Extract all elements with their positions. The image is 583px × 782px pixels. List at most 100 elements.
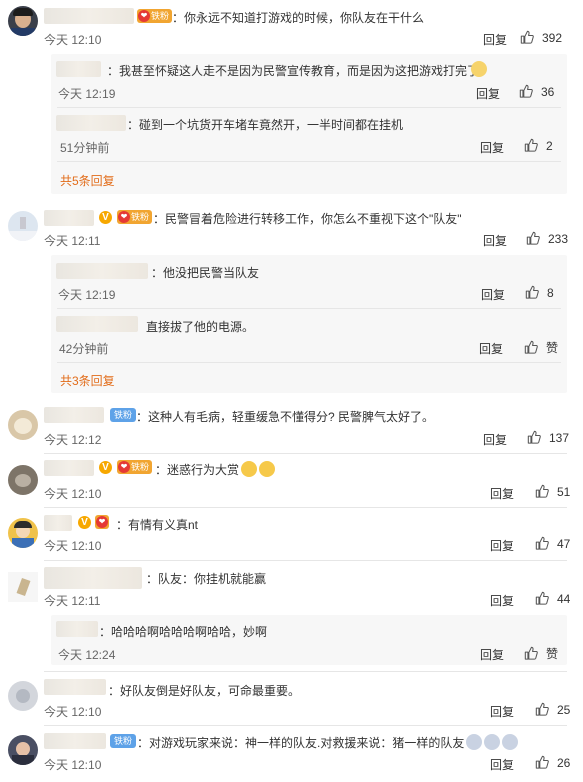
thumbs-up-icon <box>524 138 538 152</box>
reply-username[interactable] <box>56 316 138 332</box>
comment-item: V ❤ 铁粉 ：迷惑行为大赏 今天 12:10 回复 51 <box>0 455 583 507</box>
like-button[interactable]: 137 <box>527 430 569 445</box>
avatar[interactable] <box>8 681 38 711</box>
comment-item: V ❤ 铁粉 ：民警冒着危险进行转移工作，你怎么不重视下这个"队友" 今天 12:… <box>0 205 583 400</box>
fan-badge: ❤ <box>95 515 109 529</box>
comment-item: 铁粉 ：对游戏玩家来说：神一样的队友.对救援来说：猪一样的队友 今天 12:10… <box>0 727 583 782</box>
comment-text: ：好队友倒是好队友，可命最重要。 <box>108 684 301 698</box>
like-button[interactable]: 233 <box>526 231 568 246</box>
avatar[interactable] <box>8 465 38 495</box>
timestamp: 今天 12:10 <box>44 33 102 47</box>
like-button[interactable]: 36 <box>519 84 554 99</box>
reply-button[interactable]: 回复 <box>476 85 500 102</box>
thumbs-up-icon <box>519 84 533 98</box>
reply-button[interactable]: 回复 <box>480 646 504 663</box>
divider <box>44 453 567 454</box>
more-replies-link[interactable]: 共5条回复 <box>60 172 115 189</box>
emoji-icon <box>466 734 483 750</box>
username[interactable] <box>44 515 72 531</box>
reply-username[interactable] <box>56 621 98 637</box>
reply-username[interactable] <box>56 61 101 77</box>
reply-button[interactable]: 回复 <box>483 232 507 249</box>
username[interactable] <box>44 407 104 423</box>
reply-text: ：哈哈哈啊哈哈哈啊哈哈，妙啊 <box>99 625 268 639</box>
emoji-icon <box>259 461 276 477</box>
avatar[interactable] <box>8 211 38 241</box>
thumbs-up-icon <box>527 430 541 444</box>
comment-item: V ❤ ：有情有义真nt 今天 12:10 回复 47 <box>0 508 583 560</box>
reply-username[interactable] <box>56 115 126 131</box>
reply-text: ：他没把民警当队友 <box>151 266 260 280</box>
reply-button[interactable]: 回复 <box>490 592 514 609</box>
comment-item: ：好队友倒是好队友，可命最重要。 今天 12:10 回复 25 <box>0 673 583 725</box>
divider <box>44 725 567 726</box>
comment-text: ：这种人有毛病，轻重缓急不懂得分? 民警脾气太好了。 <box>136 410 435 424</box>
username[interactable] <box>44 210 94 226</box>
emoji-icon <box>484 734 501 750</box>
timestamp: 今天 12:19 <box>58 288 116 302</box>
thumbs-up-icon <box>535 702 549 716</box>
fan-badge: ❤ 铁粉 <box>137 9 173 23</box>
timestamp: 今天 12:10 <box>44 539 102 553</box>
reply-text: ：我甚至怀疑这人走不是因为民警宣传教育，而是因为这把游戏打完了 <box>107 64 480 78</box>
reply-text: 直接拔了他的电源。 <box>146 320 255 334</box>
comment-text: ：对游戏玩家来说：神一样的队友.对救援来说：猪一样的队友 <box>137 734 519 751</box>
timestamp: 今天 12:11 <box>44 234 101 248</box>
avatar[interactable] <box>8 410 38 440</box>
like-button[interactable]: 25 <box>535 702 570 717</box>
timestamp: 今天 12:24 <box>58 648 116 662</box>
avatar[interactable] <box>8 518 38 548</box>
username[interactable] <box>44 567 142 589</box>
like-button[interactable]: 47 <box>535 536 570 551</box>
reply-button[interactable]: 回复 <box>490 703 514 720</box>
like-button[interactable]: 2 <box>524 138 553 153</box>
timestamp: 今天 12:12 <box>44 433 102 447</box>
comment-text: ：队友：你挂机就能赢 <box>146 572 267 586</box>
reply-button[interactable]: 回复 <box>490 537 514 554</box>
reply-list: ：我甚至怀疑这人走不是因为民警宣传教育，而是因为这把游戏打完了 今天 12:19… <box>51 54 567 194</box>
reply-button[interactable]: 回复 <box>481 286 505 303</box>
username[interactable] <box>44 679 106 695</box>
avatar[interactable] <box>8 735 38 765</box>
like-button[interactable]: 392 <box>520 30 562 45</box>
like-button[interactable]: 51 <box>535 484 570 499</box>
avatar[interactable] <box>8 572 38 602</box>
reply-button[interactable]: 回复 <box>490 485 514 502</box>
reply-button[interactable]: 回复 <box>490 756 514 773</box>
more-replies-link[interactable]: 共3条回复 <box>60 372 115 389</box>
like-button[interactable]: 8 <box>525 285 554 300</box>
comment-item: ：队友：你挂机就能赢 今天 12:11 回复 44 ：哈哈哈啊哈哈哈啊哈哈，妙啊… <box>0 562 583 672</box>
username[interactable] <box>44 8 134 24</box>
thumbs-up-icon <box>524 340 538 354</box>
like-button[interactable]: 赞 <box>524 645 558 662</box>
v-badge-icon: V <box>78 516 91 529</box>
reply-button[interactable]: 回复 <box>483 431 507 448</box>
timestamp: 今天 12:10 <box>44 705 102 719</box>
reply-button[interactable]: 回复 <box>479 340 503 357</box>
emoji-icon <box>241 461 258 477</box>
timestamp: 42分钟前 <box>59 342 109 356</box>
comment-text: ：民警冒着危险进行转移工作，你怎么不重视下这个"队友" <box>153 212 462 226</box>
like-button[interactable]: 赞 <box>524 339 558 356</box>
thumbs-up-icon <box>526 231 540 245</box>
username[interactable] <box>44 733 106 749</box>
emoji-icon <box>502 734 519 750</box>
fan-badge: 铁粉 <box>110 734 137 748</box>
avatar[interactable] <box>8 6 38 36</box>
thumbs-up-icon <box>535 591 549 605</box>
comment-item: 铁粉 ：这种人有毛病，轻重缓急不懂得分? 民警脾气太好了。 今天 12:12 回… <box>0 400 583 452</box>
username[interactable] <box>44 460 94 476</box>
thumbs-up-icon <box>535 536 549 550</box>
reply-button[interactable]: 回复 <box>483 31 507 48</box>
timestamp: 今天 12:10 <box>44 487 102 501</box>
thumbs-up-icon <box>524 646 538 660</box>
reply-username[interactable] <box>56 263 148 279</box>
fan-medal-icon: ❤ <box>138 10 150 22</box>
divider <box>44 560 567 561</box>
like-button[interactable]: 44 <box>535 591 570 606</box>
fan-badge: ❤ 铁粉 <box>117 460 153 474</box>
v-badge-icon: V <box>99 211 112 224</box>
reply-button[interactable]: 回复 <box>480 139 504 156</box>
like-button[interactable]: 26 <box>535 755 570 770</box>
fan-medal-icon: ❤ <box>96 516 108 528</box>
